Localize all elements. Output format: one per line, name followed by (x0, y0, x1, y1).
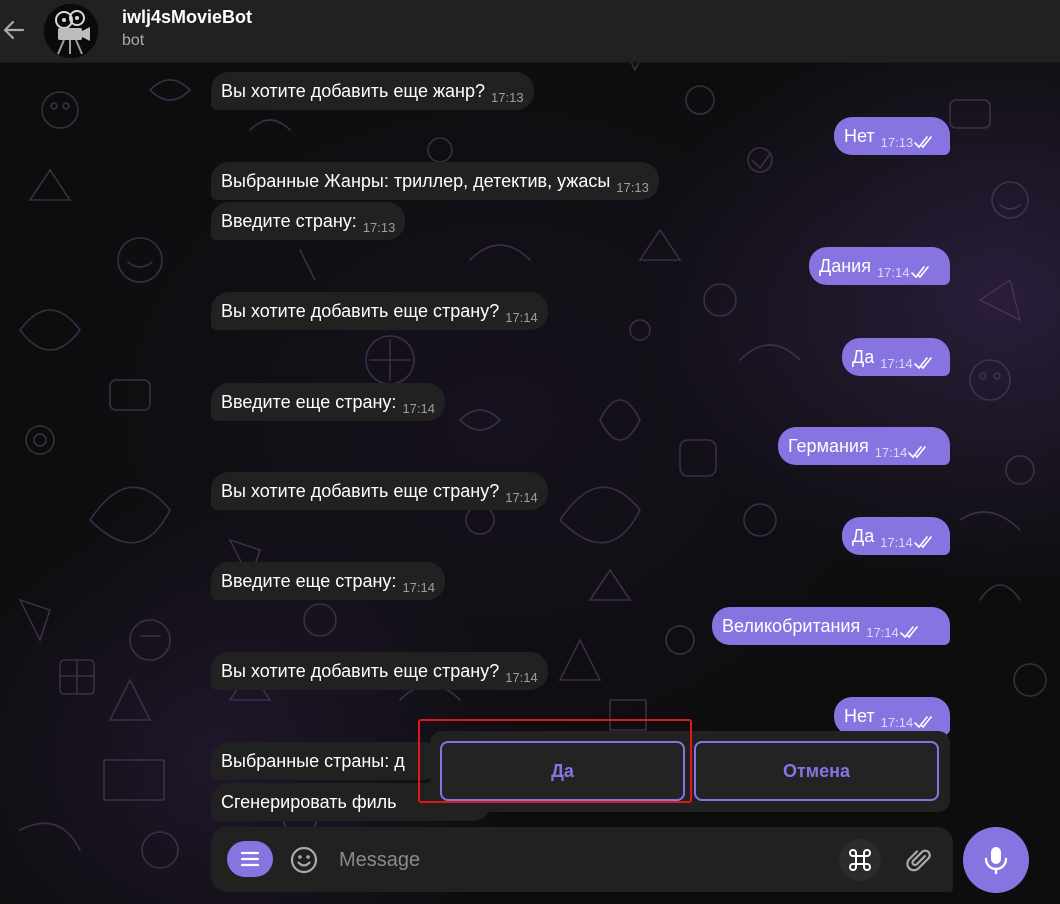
message-text: Сгенерировать филь (221, 791, 397, 812)
movie-camera-avatar-image (44, 4, 98, 58)
message-text: Вы хотите добавить еще страну? (221, 660, 500, 681)
message-incoming[interactable]: Вы хотите добавить еще страну? 17:14 (211, 292, 548, 330)
microphone-icon (984, 847, 1008, 875)
message-composer (211, 827, 953, 892)
message-time: 17:14 (505, 669, 538, 685)
double-check-icon (913, 536, 932, 549)
message-time: 17:13 (491, 89, 524, 105)
back-button[interactable] (0, 14, 28, 46)
message-outgoing[interactable]: Великобритания 17:14 (712, 607, 950, 645)
message-text: Вы хотите добавить еще страну? (221, 300, 500, 321)
message-incoming[interactable]: Вы хотите добавить еще жанр? 17:13 (211, 72, 534, 110)
message-outgoing[interactable]: Дания 17:14 (809, 247, 950, 285)
message-text: Введите страну: (221, 210, 357, 231)
double-check-icon (910, 266, 929, 279)
message-time: 17:14 (866, 624, 899, 640)
message-outgoing[interactable]: Германия 17:14 (778, 427, 950, 465)
message-time: 17:14 (880, 534, 913, 550)
message-input[interactable] (337, 845, 821, 875)
message-text: Введите еще страну: (221, 391, 397, 412)
keyboard-button-cancel[interactable]: Отмена (694, 741, 939, 801)
message-text: Выбранные страны: д (221, 750, 405, 771)
smile-icon[interactable] (288, 844, 320, 876)
message-outgoing[interactable]: Да 17:14 (842, 517, 950, 555)
message-time: 17:14 (880, 355, 913, 371)
message-time: 17:14 (402, 400, 435, 416)
message-incoming[interactable]: Выбранные Жанры: триллер, детектив, ужас… (211, 162, 659, 200)
message-time: 17:13 (362, 219, 396, 235)
message-time: 17:14 (505, 309, 538, 325)
message-incoming[interactable]: Вы хотите добавить еще страну? 17:14 (211, 472, 548, 510)
message-incoming[interactable]: Введите еще страну: 17:14 (211, 383, 445, 421)
bot-menu-icon (240, 851, 260, 867)
double-check-icon (908, 446, 927, 459)
chat-status: bot (122, 32, 145, 49)
message-time: 17:14 (874, 444, 908, 460)
message-text: Великобритания (722, 615, 861, 636)
paperclip-icon[interactable] (904, 845, 934, 875)
message-time: 17:14 (505, 489, 538, 505)
message-time: 17:14 (876, 264, 910, 280)
telegram-chat-window: iwlj4sMovieBot bot Вы хотите добавить ещ… (0, 0, 1060, 904)
highlight-box (418, 719, 692, 803)
message-text: Да (852, 346, 875, 367)
message-time: 17:14 (402, 579, 435, 595)
message-text: Нет (844, 705, 875, 726)
message-text: Германия (788, 435, 869, 456)
double-check-icon (914, 136, 933, 149)
message-text: Нет (844, 125, 875, 146)
commands-button[interactable] (839, 839, 881, 881)
message-incoming[interactable]: Выбранные страны: д (211, 742, 441, 780)
message-incoming[interactable]: Вы хотите добавить еще страну? 17:14 (211, 652, 548, 690)
chat-title[interactable]: iwlj4sMovieBot (122, 7, 252, 28)
message-time: 17:13 (880, 134, 914, 150)
message-text: Дания (819, 255, 871, 276)
message-outgoing[interactable]: Нет 17:14 (834, 697, 950, 735)
message-text: Вы хотите добавить еще страну? (221, 480, 500, 501)
message-text: Да (852, 525, 875, 546)
double-check-icon (913, 357, 932, 370)
message-outgoing[interactable]: Да 17:14 (842, 338, 950, 376)
bot-menu-button[interactable] (227, 841, 273, 877)
message-text: Выбранные Жанры: триллер, детектив, ужас… (221, 170, 611, 191)
double-check-icon (899, 626, 918, 639)
voice-record-button[interactable] (963, 827, 1029, 893)
message-incoming[interactable]: Введите страну: 17:13 (211, 202, 406, 240)
message-text: Вы хотите добавить еще жанр? (221, 80, 486, 101)
arrow-left-icon (3, 20, 25, 40)
message-time: 17:14 (880, 714, 914, 730)
message-outgoing[interactable]: Нет 17:13 (834, 117, 950, 155)
chat-header: iwlj4sMovieBot bot (0, 0, 1060, 63)
command-icon (849, 849, 871, 871)
bot-avatar[interactable] (44, 4, 98, 58)
message-time: 17:13 (616, 179, 649, 195)
double-check-icon (914, 716, 933, 729)
message-text: Введите еще страну: (221, 570, 397, 591)
message-incoming[interactable]: Введите еще страну: 17:14 (211, 562, 445, 600)
